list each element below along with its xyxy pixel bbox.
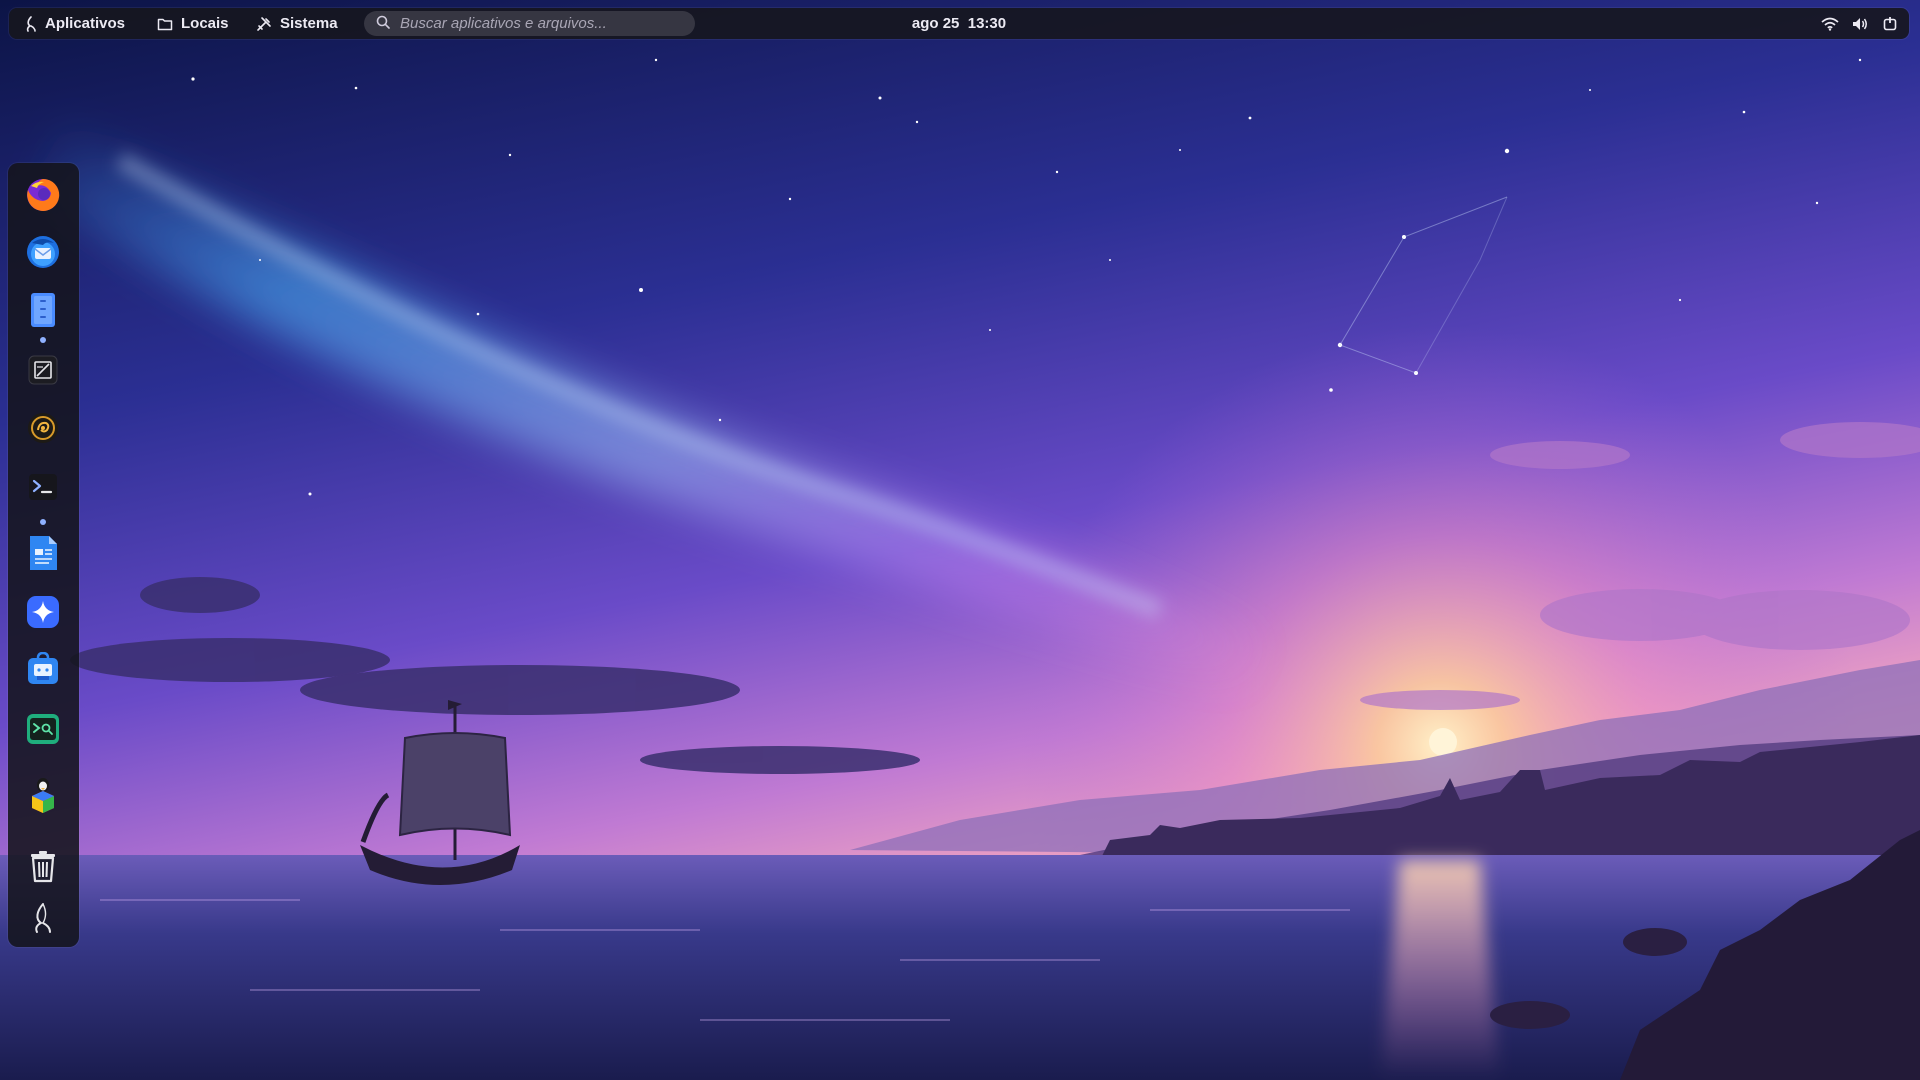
volume-icon[interactable] xyxy=(1851,15,1869,33)
dock-item-files[interactable] xyxy=(23,290,63,330)
music-player-icon xyxy=(26,411,60,445)
dock-item-document-writer[interactable] xyxy=(23,533,63,573)
top-panel: Aplicativos Locais Sistema ago 25 13:30 xyxy=(9,8,1909,39)
clock-time: 13:30 xyxy=(967,15,1007,32)
dock xyxy=(8,163,79,947)
dock-item-thunderbird[interactable] xyxy=(23,232,63,272)
sparkle-icon xyxy=(25,594,61,630)
dock-item-software-store[interactable] xyxy=(23,650,63,690)
clock-date: ago 25 xyxy=(911,15,960,32)
folder-icon xyxy=(157,17,173,31)
system-tray xyxy=(1821,8,1899,39)
dock-item-system-monitor[interactable] xyxy=(23,709,63,749)
monitor-terminal-icon xyxy=(25,711,61,747)
trash-icon xyxy=(27,849,59,883)
store-icon xyxy=(25,652,61,688)
thunderbird-icon xyxy=(24,233,62,271)
places-menu-label: Locais xyxy=(181,15,229,32)
running-indicator xyxy=(40,337,46,343)
running-indicator xyxy=(40,519,46,525)
dock-item-firefox[interactable] xyxy=(23,175,63,215)
search-input[interactable] xyxy=(398,14,682,33)
search-icon xyxy=(376,15,390,33)
dock-item-package-manager[interactable] xyxy=(23,775,63,815)
system-menu-label: Sistema xyxy=(280,15,338,32)
dock-item-music-player[interactable] xyxy=(23,408,63,448)
distro-logo-icon xyxy=(25,15,37,32)
distro-logo-icon xyxy=(31,902,55,934)
dock-item-assistant[interactable] xyxy=(23,592,63,632)
firefox-icon xyxy=(24,176,62,214)
wifi-icon[interactable] xyxy=(1821,15,1839,33)
search-box[interactable] xyxy=(364,11,695,36)
places-menu[interactable]: Locais xyxy=(157,8,229,39)
desktop-wallpaper xyxy=(0,0,1920,1080)
dock-item-terminal[interactable] xyxy=(23,467,63,507)
power-icon[interactable] xyxy=(1881,15,1899,33)
applications-menu-label: Aplicativos xyxy=(45,15,126,32)
tools-icon xyxy=(256,16,272,32)
package-icon xyxy=(26,776,60,814)
applications-menu[interactable]: Aplicativos xyxy=(25,8,125,39)
document-icon xyxy=(27,534,59,572)
text-editor-icon xyxy=(27,354,59,386)
dock-item-text-editor[interactable] xyxy=(23,350,63,390)
clock-display[interactable]: ago 25 13:30 xyxy=(912,15,1006,32)
files-icon xyxy=(28,292,58,328)
system-menu[interactable]: Sistema xyxy=(256,8,338,39)
dock-item-trash[interactable] xyxy=(23,846,63,886)
dock-item-distro-menu[interactable] xyxy=(23,898,63,938)
terminal-icon xyxy=(27,471,59,503)
